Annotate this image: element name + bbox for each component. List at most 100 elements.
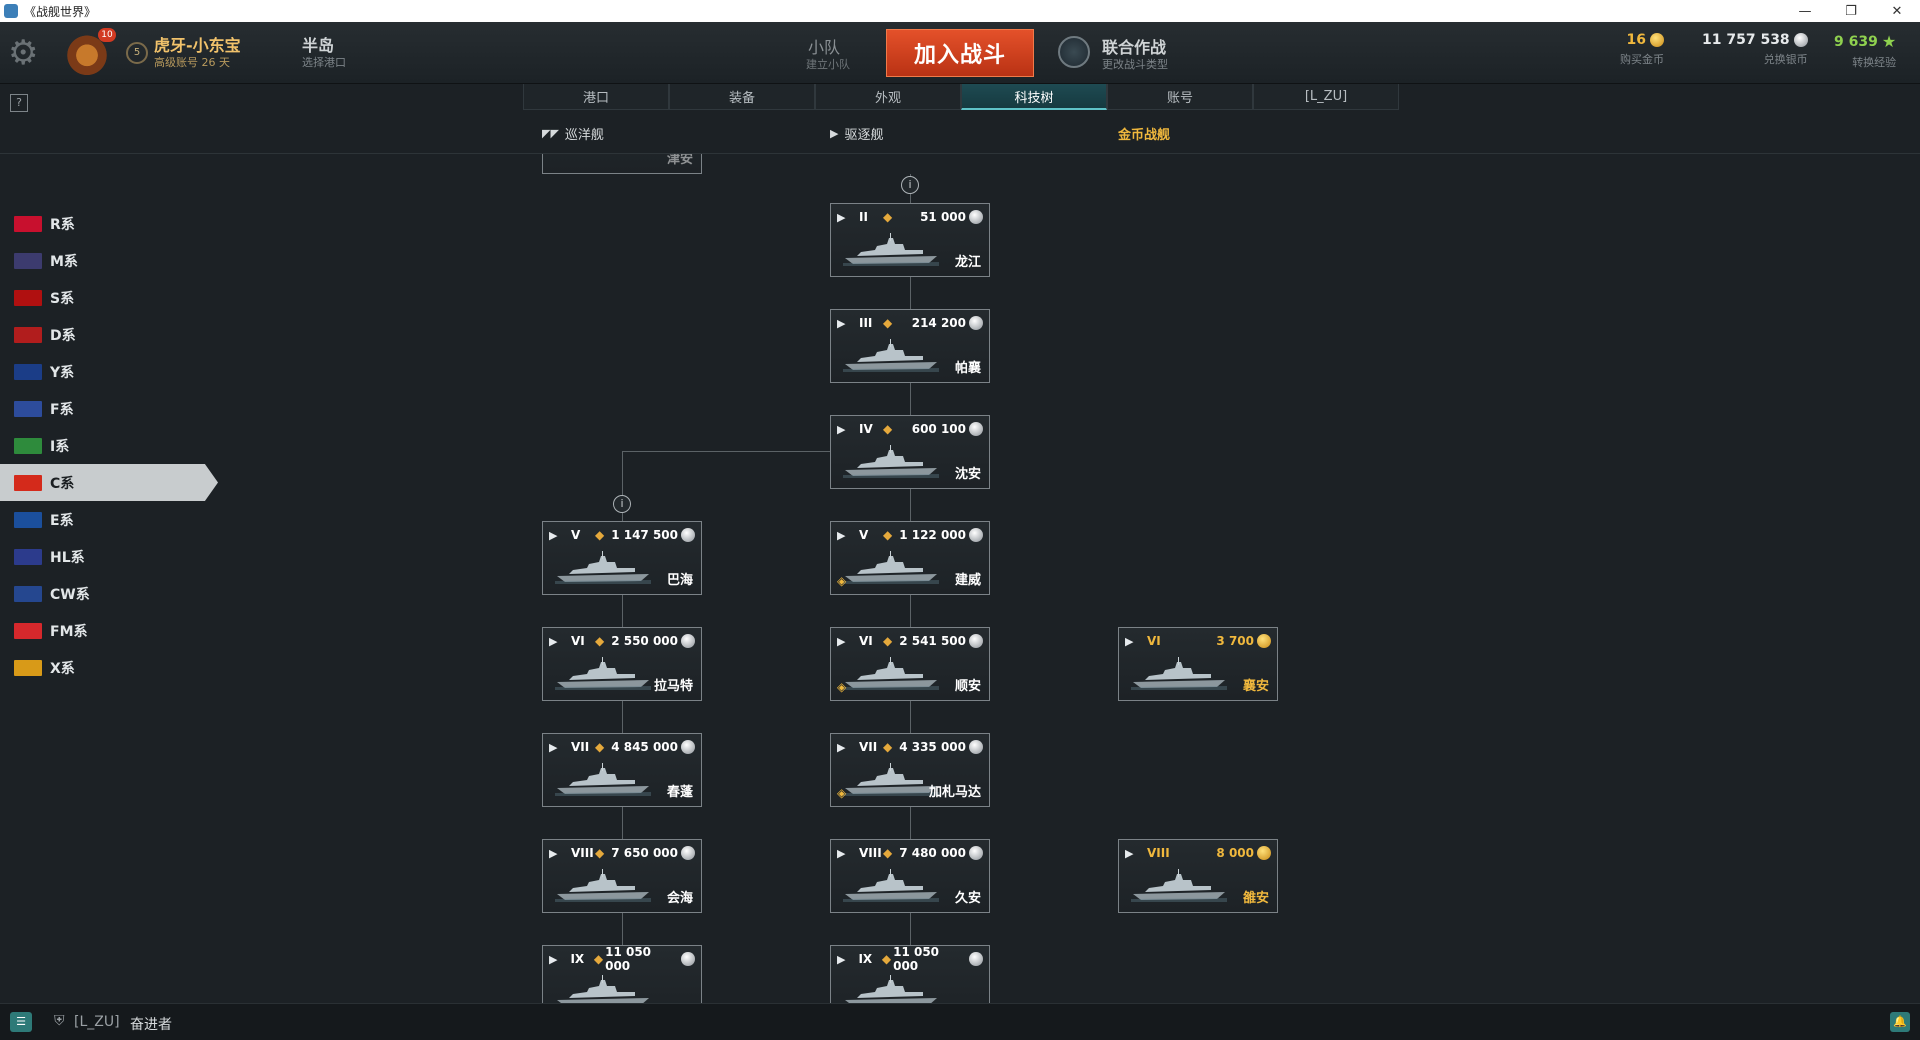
ship-image — [843, 974, 939, 1003]
destroyer-class-icon: ▶ — [549, 634, 558, 648]
tree-connector — [910, 701, 911, 733]
ship-name: 龙江 — [954, 255, 981, 270]
ship-card-partial[interactable]: 津安 — [542, 154, 702, 174]
ship-image — [843, 868, 939, 902]
bottom-bar: ☰ ⛨ [L_ZU] 奋进者 🔔 — [0, 1003, 1920, 1040]
filter-cruisers[interactable]: ◤◤ 巡洋舰 — [542, 124, 604, 143]
filter-cruisers-label: 巡洋舰 — [564, 128, 604, 143]
port-select-label[interactable]: 选择港口 — [302, 54, 346, 70]
battle-mode-icon[interactable] — [1058, 36, 1090, 68]
gold-currency[interactable]: 16 购买金币 — [1620, 32, 1664, 67]
research-tag-icon: ◆ — [595, 528, 605, 542]
research-tag-icon: ◆ — [595, 846, 605, 860]
research-tag-icon: ◆ — [595, 634, 605, 648]
gold-label: 购买金币 — [1620, 53, 1664, 66]
research-tag-icon: ◆ — [883, 634, 893, 648]
ship-card[interactable]: ▶ III ◆ 214 200 帕襄 — [830, 309, 990, 383]
ship-price: 2 550 000 — [611, 634, 678, 648]
ship-tier: V — [859, 528, 869, 542]
battle-mode-sub: 更改战斗类型 — [1102, 58, 1168, 71]
ship-card[interactable]: ▶ VII ◆ 4 335 000 ◈ 加札马达 — [830, 733, 990, 807]
player-name[interactable]: 虎牙-小东宝 — [154, 32, 241, 56]
ship-card[interactable]: ▶ IX ◆ 11 050 000 — [542, 945, 702, 1003]
ship-image — [843, 762, 939, 796]
squad-button[interactable]: 小队 — [808, 34, 840, 58]
ship-card[interactable]: ▶ VI ◆ 2 541 500 ◈ 顺安 — [830, 627, 990, 701]
ship-tier: VIII — [571, 846, 594, 860]
restore-button[interactable]: ❐ — [1828, 0, 1874, 22]
help-button[interactable]: ? — [10, 94, 28, 112]
ship-price: 3 700 — [1216, 634, 1254, 648]
destroyer-class-icon: ▶ — [837, 528, 846, 542]
minimize-button[interactable]: — — [1782, 0, 1828, 22]
tab-equipment[interactable]: 装备 — [669, 84, 815, 110]
squad-sub-label: 建立小队 — [806, 58, 850, 71]
ship-image — [843, 338, 939, 372]
ship-image — [555, 656, 651, 690]
credits-currency[interactable]: 11 757 538 兑换银币 — [1702, 32, 1808, 67]
ship-name: 春蓬 — [666, 785, 693, 800]
ship-card[interactable]: ▶ VI 3 700 襄安 — [1118, 627, 1278, 701]
clan-tag[interactable]: [L_ZU] — [74, 1014, 120, 1030]
silver-coin-icon — [969, 634, 983, 648]
close-button[interactable]: ✕ — [1874, 0, 1920, 22]
ship-image — [843, 656, 939, 690]
chat-icon[interactable]: ☰ — [10, 1012, 32, 1032]
tree-connector — [910, 595, 911, 627]
tab-port[interactable]: 港口 — [523, 84, 669, 110]
window-title: 《战舰世界》 — [24, 4, 97, 19]
ship-tier: II — [859, 210, 868, 224]
ship-name: 建威 — [954, 573, 981, 588]
main-tabs: 港口 装备 外观 科技树 账号 [L_ZU] — [523, 84, 1399, 110]
ship-price: 7 650 000 — [611, 846, 678, 860]
ship-card[interactable]: ▶ V ◆ 1 147 500 巴海 — [542, 521, 702, 595]
tab-clan[interactable]: [L_ZU] — [1253, 84, 1399, 110]
filter-destroyers[interactable]: ▶ 驱逐舰 — [830, 124, 883, 143]
tab-account[interactable]: 账号 — [1107, 84, 1253, 110]
destroyer-class-icon: ▶ — [837, 210, 846, 224]
ship-card[interactable]: ▶ IX ◆ 11 050 000 — [830, 945, 990, 1003]
filter-premium[interactable]: 金币战舰 — [1118, 124, 1170, 143]
elite-icon: ◈ — [837, 786, 847, 800]
ship-card[interactable]: ▶ IV ◆ 600 100 沈安 — [830, 415, 990, 489]
ship-card[interactable]: ▶ VIII 8 000 雒安 — [1118, 839, 1278, 913]
ship-image — [843, 232, 939, 266]
silver-coin-icon — [969, 846, 983, 860]
tab-tech-tree[interactable]: 科技树 — [961, 84, 1107, 110]
tree-connector — [622, 595, 623, 627]
port-name[interactable]: 半岛 — [302, 32, 334, 56]
ship-card[interactable]: ▶ VI ◆ 2 550 000 拉马特 — [542, 627, 702, 701]
ship-image — [555, 974, 651, 1003]
app-icon — [4, 4, 18, 18]
ship-card[interactable]: ▶ VIII ◆ 7 650 000 会海 — [542, 839, 702, 913]
ship-name: 巴海 — [666, 573, 693, 588]
free-xp-currency[interactable]: 9 639 ★ 转换经验 — [1834, 32, 1896, 70]
battle-mode-label[interactable]: 联合作战 — [1102, 34, 1166, 58]
ship-image — [555, 762, 651, 796]
ship-tier: VIII — [1147, 846, 1170, 860]
silver-coin-icon — [681, 634, 695, 648]
ship-image — [1131, 868, 1227, 902]
tree-connector — [622, 701, 623, 733]
notification-bell-icon[interactable]: 🔔 — [1890, 1012, 1910, 1032]
tab-exterior[interactable]: 外观 — [815, 84, 961, 110]
info-icon[interactable]: i — [613, 495, 631, 513]
destroyer-class-icon: ▶ — [837, 316, 846, 330]
ship-card[interactable]: ▶ V ◆ 1 122 000 ◈ 建威 — [830, 521, 990, 595]
rank-badge: 10 — [98, 28, 116, 42]
join-battle-button[interactable]: 加入战斗 — [886, 29, 1034, 77]
tree-connector — [910, 277, 911, 309]
ship-card[interactable]: ▶ VII ◆ 4 845 000 春蓬 — [542, 733, 702, 807]
ship-card[interactable]: ▶ VIII ◆ 7 480 000 久安 — [830, 839, 990, 913]
silver-coin-icon — [969, 740, 983, 754]
elite-icon: ◈ — [837, 574, 847, 588]
ship-card[interactable]: ▶ II ◆ 51 000 龙江 — [830, 203, 990, 277]
gold-coin-icon — [1257, 846, 1271, 860]
shield-icon: ⛨ — [54, 1013, 65, 1029]
info-icon[interactable]: i — [901, 176, 919, 194]
ship-tier: VIII — [859, 846, 882, 860]
ship-image — [555, 868, 651, 902]
silver-coin-icon — [681, 740, 695, 754]
gear-icon[interactable]: ⚙ — [8, 34, 48, 72]
ship-name: 拉马特 — [653, 679, 693, 694]
